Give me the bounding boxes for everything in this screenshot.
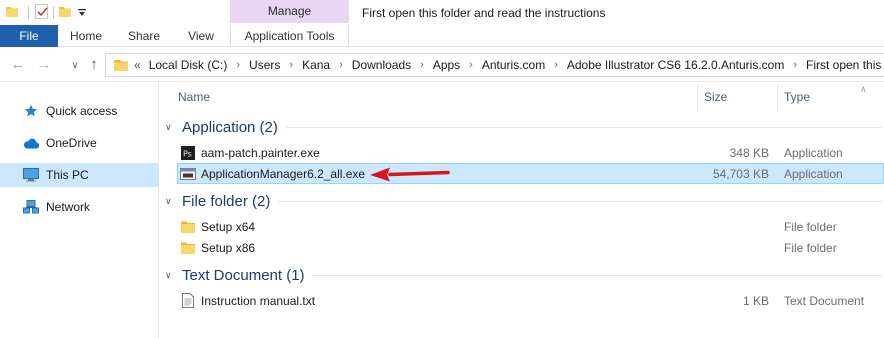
group-header-file-folder[interactable]: ∨ File folder (2) [160, 190, 884, 212]
folder-icon [114, 60, 128, 71]
column-header-name[interactable]: Name [178, 86, 210, 108]
file-list: Name Size Type ∧ ∨ Application (2) Ps aa… [160, 82, 884, 338]
file-row[interactable]: Setup x64 File folder [178, 216, 884, 237]
customize-toolbar-icon[interactable] [77, 8, 87, 18]
group-divider [285, 126, 882, 128]
file-type: Text Document [784, 293, 865, 308]
column-header-size[interactable]: Size [704, 86, 727, 108]
chevron-down-icon[interactable]: ∨ [165, 122, 175, 133]
toolbar-divider [53, 6, 54, 19]
sidebar-item-label: Quick access [46, 104, 118, 118]
file-size: 1 KB [742, 293, 769, 308]
file-row[interactable]: ApplicationManager6.2_all.exe 54,703 KB … [177, 163, 884, 184]
folder-icon[interactable] [6, 6, 18, 17]
breadcrumb-users[interactable]: Users [249, 58, 280, 72]
group-label: Text Document (1) [182, 266, 305, 284]
chevron-right-icon[interactable]: › [236, 59, 240, 71]
tab-file[interactable]: File [0, 25, 58, 47]
breadcrumb-kana[interactable]: Kana [302, 58, 330, 72]
window-title: First open this folder and read the inst… [362, 6, 606, 20]
group-header-text-document[interactable]: ∨ Text Document (1) [160, 264, 884, 286]
group-divider [312, 274, 882, 276]
chevron-right-icon[interactable]: › [339, 59, 343, 71]
navigation-pane: Quick access OneDrive This PC Network [0, 82, 159, 338]
file-type: File folder [784, 240, 837, 255]
title-bar: Manage First open this folder and read t… [0, 0, 884, 25]
star-icon [22, 103, 40, 119]
sidebar-item-quick-access[interactable]: Quick access [0, 99, 158, 123]
text-file-icon [180, 293, 196, 309]
chevron-right-icon[interactable]: › [793, 59, 797, 71]
tab-application-tools[interactable]: Application Tools [230, 25, 349, 47]
group-header-application[interactable]: ∨ Application (2) [160, 116, 884, 138]
chevron-up-icon[interactable]: ∧ [860, 84, 867, 95]
file-type: Application [784, 166, 843, 181]
file-size: 348 KB [729, 145, 769, 160]
file-size: 54,703 KB [712, 166, 769, 181]
sidebar-item-label: This PC [46, 168, 89, 182]
sidebar-item-network[interactable]: Network [0, 195, 158, 219]
file-row[interactable]: Setup x86 File folder [178, 237, 884, 258]
breadcrumb-apps[interactable]: Apps [433, 58, 460, 72]
chevron-right-icon[interactable]: › [289, 59, 293, 71]
ribbon-tabs: File Home Share View Application Tools [0, 25, 884, 47]
group-divider [278, 200, 882, 202]
chevron-right-icon[interactable]: › [420, 59, 424, 71]
sidebar-item-this-pc[interactable]: This PC [0, 163, 158, 187]
column-divider[interactable] [697, 84, 698, 110]
chevron-right-icon[interactable]: › [469, 59, 473, 71]
tab-view[interactable]: View [174, 25, 228, 47]
tab-share[interactable]: Share [114, 25, 174, 47]
folder-icon [180, 219, 196, 235]
computer-icon [22, 167, 40, 183]
sidebar-item-label: Network [46, 200, 91, 214]
column-header-type[interactable]: Type [784, 86, 810, 108]
properties-icon[interactable] [35, 4, 48, 19]
breadcrumb-anturis[interactable]: Anturis.com [482, 58, 545, 72]
recent-locations-chevron-icon[interactable]: ∨ [66, 57, 84, 75]
new-folder-icon[interactable] [59, 6, 71, 17]
breadcrumb-illustrator[interactable]: Adobe Illustrator CS6 16.2.0.Anturis.com [567, 58, 784, 72]
file-name: Setup x86 [201, 240, 256, 255]
file-name: ApplicationManager6.2_all.exe [201, 166, 366, 181]
chevron-down-icon[interactable]: ∨ [165, 270, 175, 281]
tab-manage[interactable]: Manage [230, 0, 349, 23]
breadcrumb-local-disk[interactable]: Local Disk (C:) [149, 58, 228, 72]
navigation-bar: ← → ∨ ↑ « Local Disk (C:) › Users › Kana… [0, 48, 884, 82]
forward-arrow-icon[interactable]: → [35, 56, 53, 74]
file-row[interactable]: Instruction manual.txt 1 KB Text Documen… [178, 290, 884, 311]
cloud-icon [22, 135, 40, 151]
toolbar-divider [28, 6, 29, 19]
network-icon [22, 199, 40, 215]
file-name: aam-patch.painter.exe [201, 145, 320, 160]
group-label: Application (2) [182, 118, 278, 136]
tab-home[interactable]: Home [58, 25, 114, 47]
svg-text:Ps: Ps [183, 149, 192, 158]
patch-exe-icon: Ps [180, 145, 196, 161]
file-row[interactable]: Ps aam-patch.painter.exe 348 KB Applicat… [178, 142, 884, 163]
breadcrumb-downloads[interactable]: Downloads [352, 58, 411, 72]
breadcrumb-current-folder[interactable]: First open this fo [806, 58, 884, 72]
group-label: File folder (2) [182, 192, 271, 210]
sidebar-item-label: OneDrive [46, 136, 97, 150]
sidebar-item-onedrive[interactable]: OneDrive [0, 131, 158, 155]
column-divider[interactable] [777, 84, 778, 110]
chevron-down-icon[interactable]: ∨ [165, 196, 175, 207]
address-bar[interactable]: « Local Disk (C:) › Users › Kana › Downl… [105, 53, 884, 77]
file-name: Setup x64 [201, 219, 256, 234]
folder-icon [180, 240, 196, 256]
chevron-right-icon[interactable]: › [554, 59, 558, 71]
breadcrumb-overflow[interactable]: « [134, 58, 141, 72]
file-name: Instruction manual.txt [201, 293, 316, 308]
up-arrow-icon[interactable]: ↑ [85, 56, 103, 74]
file-type: File folder [784, 219, 837, 234]
back-arrow-icon[interactable]: ← [9, 56, 27, 74]
app-manager-exe-icon [180, 166, 196, 182]
file-type: Application [784, 145, 843, 160]
